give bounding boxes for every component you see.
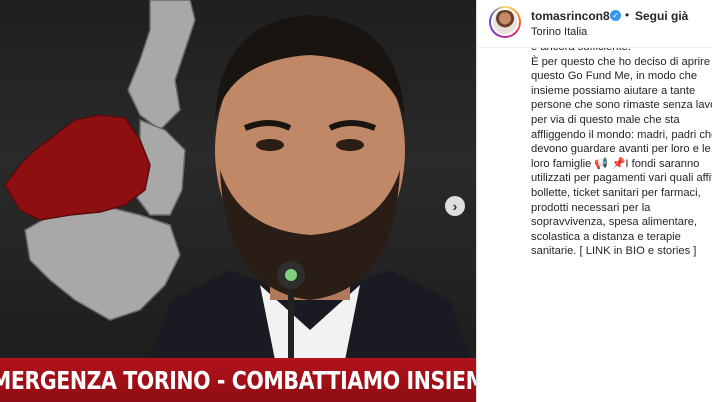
following-button[interactable]: Segui già — [635, 9, 688, 23]
map-region-torino — [4, 114, 151, 221]
banner-text: EMERGENZA TORINO - COMBATTIAMO INSIEME — [0, 365, 476, 395]
post-image[interactable]: › EMERGENZA TORINO - COMBATTIAMO INSIEME — [0, 0, 476, 402]
post-banner: EMERGENZA TORINO - COMBATTIAMO INSIEME — [0, 358, 476, 402]
caption-line: devono guardare avanti per loro e le — [531, 143, 711, 156]
caption-line: utilizzati per pagamenti vari quali affi… — [531, 172, 712, 185]
caption-line: sopravvivenza, spesa alimentare, — [531, 216, 698, 229]
caption-line: bollette, ticket sanitari per farmaci, — [531, 186, 701, 199]
caption-line: prodotti necessari per la — [531, 201, 651, 214]
separator-dot: • — [625, 8, 630, 22]
post-caption: è ancora sufficiente.È per questo che ho… — [531, 48, 712, 402]
avatar[interactable] — [489, 6, 521, 38]
post-header: tomasrincon8 ✓ • Segui già Torino Italia — [477, 0, 712, 48]
person-photo — [150, 15, 470, 360]
username-link[interactable]: tomasrincon8 — [531, 9, 610, 23]
caption-line: per via di questo male che sta — [531, 113, 680, 126]
post-sidebar: tomasrincon8 ✓ • Segui già Torino Italia… — [476, 0, 712, 402]
caption-line: questo Go Fund Me, in modo che — [531, 70, 698, 83]
chevron-right-icon[interactable]: › — [445, 196, 465, 216]
caption-line: loro famiglie 📢 📌I fondi saranno — [531, 157, 700, 170]
location-link[interactable]: Torino Italia — [531, 26, 587, 38]
avatar-image — [491, 8, 519, 36]
verified-badge-icon: ✓ — [610, 10, 621, 21]
caption-line: sanitarie. [ LINK in BIO e stories ] — [531, 245, 697, 258]
caption-line: è ancora sufficiente. — [531, 48, 712, 55]
caption-text: è ancora sufficiente.È per questo che ho… — [531, 48, 712, 259]
caption-line: insieme possiamo aiutare a tante — [531, 84, 696, 97]
caption-line: affliggendo il mondo: madri, padri che — [531, 128, 712, 141]
caption-line: È per questo che ho deciso di aprire — [531, 55, 711, 68]
caption-line: persone che sono rimaste senza lavoro — [531, 99, 712, 112]
caption-line: scolastica a distanza e terapie — [531, 230, 681, 243]
